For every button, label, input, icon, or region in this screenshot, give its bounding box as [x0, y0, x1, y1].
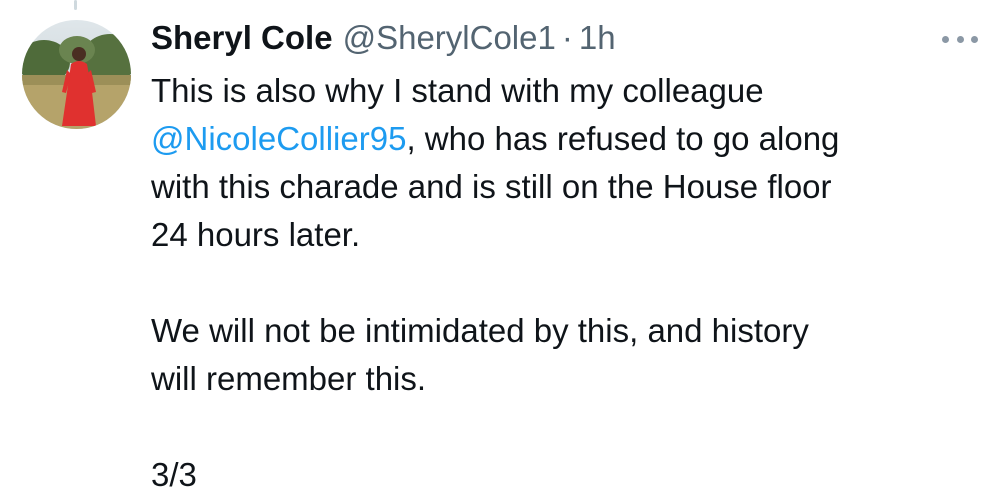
more-dot: [956, 35, 964, 43]
mention-link[interactable]: @NicoleCollier95: [151, 120, 406, 157]
tweet-line-text: , who has refused to go along: [406, 120, 840, 157]
more-dot: [971, 35, 978, 43]
tweet-line: 24 hours later.: [151, 216, 361, 253]
more-horizontal-icon[interactable]: [942, 24, 978, 54]
thread-counter: 3/3: [151, 456, 197, 493]
tweet-text: This is also why I stand with my colleag…: [151, 67, 981, 499]
thread-connector-line: [74, 0, 77, 10]
more-dot: [942, 35, 949, 43]
author-display-name[interactable]: Sheryl Cole: [151, 16, 333, 60]
tweet-line: will remember this.: [151, 360, 427, 397]
tweet-header: Sheryl Cole @SherylCole1 · 1h: [151, 16, 616, 60]
tweet-line: This is also why I stand with my colleag…: [151, 72, 764, 109]
avatar[interactable]: [22, 20, 131, 129]
author-handle[interactable]: @SherylCole1: [343, 16, 556, 60]
profile-photo-icon: [22, 20, 131, 129]
tweet-timestamp[interactable]: 1h: [579, 16, 616, 60]
tweet-line: with this charade and is still on the Ho…: [151, 168, 832, 205]
separator-dot: ·: [561, 19, 573, 56]
tweet-line: We will not be intimidated by this, and …: [151, 312, 809, 349]
tweet-line: @NicoleCollier95, who has refused to go …: [151, 115, 981, 163]
